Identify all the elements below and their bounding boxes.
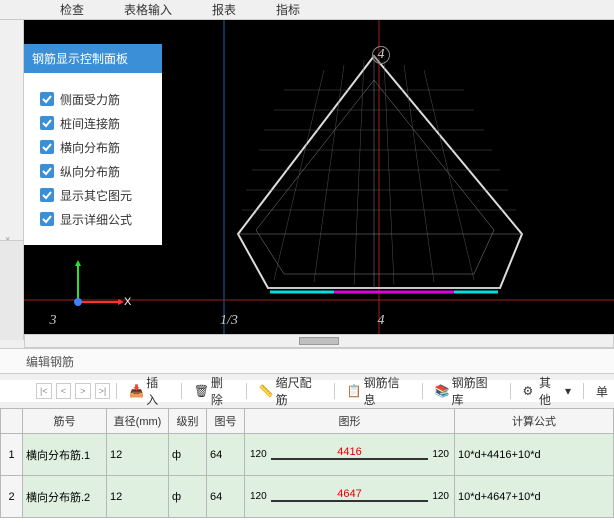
- option-show-others[interactable]: 显示其它图元: [40, 183, 152, 207]
- info-icon: 📋: [347, 384, 361, 398]
- scale-icon: 📏: [259, 384, 273, 398]
- cell-shape[interactable]: 1204416120: [245, 434, 455, 476]
- dock-lower: [0, 240, 23, 340]
- edit-toolbar: |< < > >| 📥插入 🗑删除 📏缩尺配筋 📋钢筋信息 📚钢筋图库 ⚙其他 …: [0, 380, 614, 402]
- option-pile-connect[interactable]: 桩间连接筋: [40, 111, 152, 135]
- scroll-thumb[interactable]: [299, 337, 339, 345]
- delete-icon: 🗑: [194, 384, 208, 398]
- table-header-row: 筋号 直径(mm) 级别 图号 图形 计算公式: [1, 409, 614, 434]
- col-code[interactable]: 图号: [207, 409, 245, 434]
- model-viewport[interactable]: 4 3 1/3 4 X 钢筋显示控制面板 侧面受力筋 桩间连接筋 横向分布筋 纵…: [24, 20, 614, 340]
- viewport-scroll-h[interactable]: [24, 334, 614, 348]
- checkbox-icon: [40, 188, 54, 202]
- option-show-formula[interactable]: 显示详细公式: [40, 207, 152, 231]
- table-row[interactable]: 2 横向分布筋.2 12 ф 64 1204647120 10*d+4647+1…: [1, 476, 614, 518]
- tab-index[interactable]: 指标: [276, 1, 300, 18]
- delete-button[interactable]: 🗑删除: [188, 372, 240, 410]
- col-level[interactable]: 级别: [169, 409, 207, 434]
- chevron-down-icon: ▾: [565, 384, 571, 398]
- cell-dia[interactable]: 12: [107, 476, 169, 518]
- cell-dia[interactable]: 12: [107, 434, 169, 476]
- col-shape[interactable]: 图形: [245, 409, 455, 434]
- cell-code[interactable]: 64: [207, 434, 245, 476]
- other-button[interactable]: ⚙其他 ▾: [517, 372, 577, 410]
- corner-cell: [1, 409, 23, 434]
- cell-name[interactable]: 横向分布筋.2: [23, 476, 107, 518]
- cell-level[interactable]: ф: [169, 434, 207, 476]
- nav-prev-button[interactable]: <: [56, 383, 72, 399]
- option-side-force[interactable]: 侧面受力筋: [40, 87, 152, 111]
- col-dia[interactable]: 直径(mm): [107, 409, 169, 434]
- checkbox-icon: [40, 212, 54, 226]
- grid-label-3: 3: [44, 312, 62, 330]
- insert-icon: 📥: [129, 384, 143, 398]
- grid-label-4-top: 4: [372, 46, 390, 64]
- rebar-table: 筋号 直径(mm) 级别 图号 图形 计算公式 1 横向分布筋.1 12 ф 6…: [0, 408, 614, 523]
- tab-check[interactable]: 检查: [60, 1, 84, 18]
- cell-shape[interactable]: 1204647120: [245, 476, 455, 518]
- library-icon: 📚: [435, 384, 449, 398]
- rebar-display-panel: 钢筋显示控制面板 侧面受力筋 桩间连接筋 横向分布筋 纵向分布筋 显示其它图元 …: [24, 44, 162, 245]
- cell-code[interactable]: 64: [207, 476, 245, 518]
- cell-name[interactable]: 横向分布筋.1: [23, 434, 107, 476]
- checkbox-icon: [40, 140, 54, 154]
- scale-button[interactable]: 📏缩尺配筋: [253, 372, 328, 410]
- cell-level[interactable]: ф: [169, 476, 207, 518]
- library-button[interactable]: 📚钢筋图库: [429, 372, 504, 410]
- col-name[interactable]: 筋号: [23, 409, 107, 434]
- cell-formula[interactable]: 10*d+4416+10*d: [455, 434, 614, 476]
- checkbox-icon: [40, 92, 54, 106]
- panel-title: 钢筋显示控制面板: [24, 44, 162, 73]
- tab-report[interactable]: 报表: [212, 1, 236, 18]
- cell-formula[interactable]: 10*d+4647+10*d: [455, 476, 614, 518]
- nav-next-button[interactable]: >: [75, 383, 91, 399]
- top-tabs-bar: 检查 表格输入 报表 指标: [0, 0, 614, 20]
- nav-last-button[interactable]: >|: [95, 383, 111, 399]
- axis-gizmo[interactable]: X: [64, 250, 124, 310]
- single-button[interactable]: 单: [590, 381, 614, 402]
- info-button[interactable]: 📋钢筋信息: [341, 372, 416, 410]
- insert-button[interactable]: 📥插入: [123, 372, 175, 410]
- row-index: 1: [1, 434, 23, 476]
- table-row[interactable]: 1 横向分布筋.1 12 ф 64 1204416120 10*d+4416+1…: [1, 434, 614, 476]
- option-horizontal[interactable]: 横向分布筋: [40, 135, 152, 159]
- axis-x-label: X: [124, 296, 131, 308]
- grid-label-1-3: 1/3: [220, 312, 238, 330]
- nav-first-button[interactable]: |<: [36, 383, 52, 399]
- col-formula[interactable]: 计算公式: [455, 409, 614, 434]
- left-dock: ×: [0, 20, 24, 340]
- tab-table-input[interactable]: 表格输入: [124, 1, 172, 18]
- edit-rebar-header: 编辑钢筋: [0, 348, 614, 374]
- row-index: 2: [1, 476, 23, 518]
- option-vertical[interactable]: 纵向分布筋: [40, 159, 152, 183]
- other-icon: ⚙: [523, 384, 536, 398]
- checkbox-icon: [40, 116, 54, 130]
- grid-label-4-bottom: 4: [372, 312, 390, 330]
- checkbox-icon: [40, 164, 54, 178]
